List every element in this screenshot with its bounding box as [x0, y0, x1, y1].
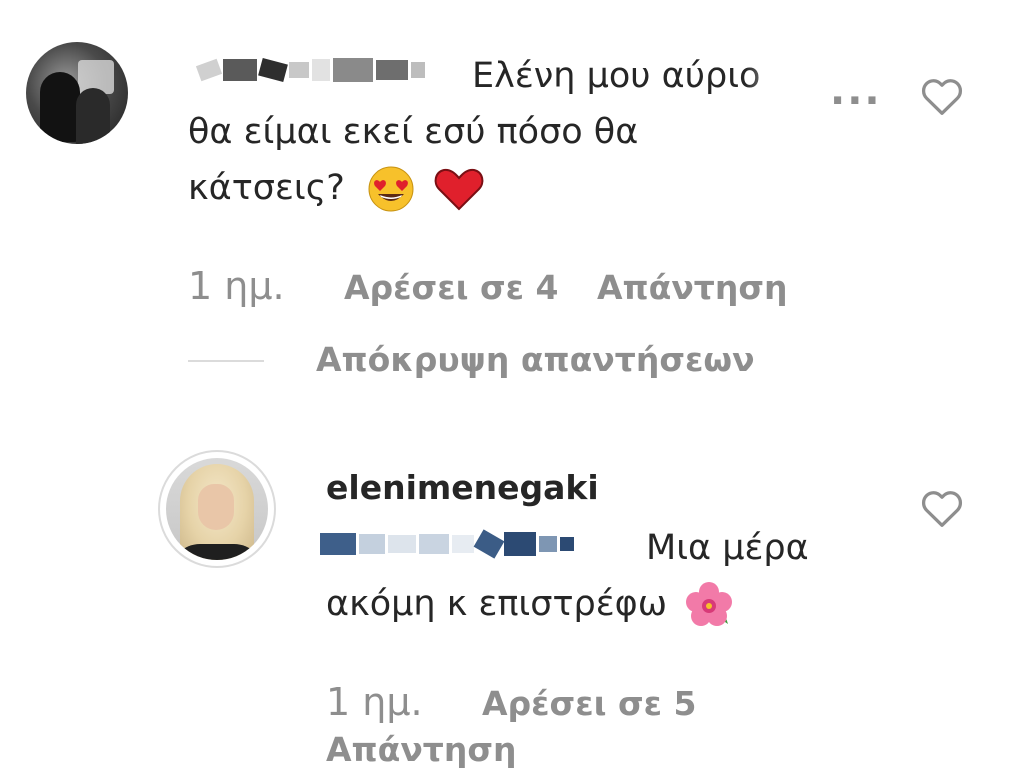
reply-author-avatar[interactable]	[158, 450, 276, 568]
like-heart-icon[interactable]	[920, 76, 964, 116]
avatar-photo-person	[76, 88, 110, 144]
avatar-photo-face	[198, 484, 234, 530]
comment-text-line: κάτσεις?	[188, 160, 485, 216]
text-truncation-fade	[745, 60, 815, 116]
reply-timestamp[interactable]: 1 ημ.	[326, 680, 423, 724]
more-options-icon[interactable]: ...	[830, 68, 882, 114]
likes-count-button[interactable]: Αρέσει σε 5	[482, 684, 696, 723]
comment-text-end: κάτσεις?	[188, 168, 345, 208]
hide-replies-button[interactable]: Απόκρυψη απαντήσεων	[316, 340, 755, 379]
heart-eyes-emoji	[368, 166, 414, 212]
redacted-username	[195, 57, 425, 83]
commenter-avatar[interactable]	[26, 42, 128, 144]
avatar-photo	[166, 458, 268, 560]
reply-text-end: ακόμη κ επιστρέφω	[326, 584, 668, 624]
redacted-mention	[320, 529, 574, 559]
reply-button[interactable]: Απάντηση	[597, 268, 788, 307]
comment-text-line: Ελένη μου αύριο	[472, 56, 761, 96]
like-heart-icon[interactable]	[920, 488, 964, 528]
reply-button[interactable]: Απάντηση	[326, 730, 517, 769]
red-heart-emoji	[434, 168, 484, 211]
avatar-photo-person	[40, 72, 80, 142]
reply-text-line: ακόμη κ επιστρέφω	[326, 576, 734, 632]
comment-timestamp[interactable]: 1 ημ.	[188, 264, 285, 308]
likes-count-button[interactable]: Αρέσει σε 4	[344, 268, 558, 307]
hibiscus-emoji	[686, 582, 733, 626]
replies-divider	[188, 360, 264, 362]
reply-text-line: Μια μέρα	[646, 528, 809, 568]
comment-text-line: θα είμαι εκεί εσύ πόσο θα	[188, 112, 639, 152]
reply-username[interactable]: elenimenegaki	[326, 468, 599, 507]
